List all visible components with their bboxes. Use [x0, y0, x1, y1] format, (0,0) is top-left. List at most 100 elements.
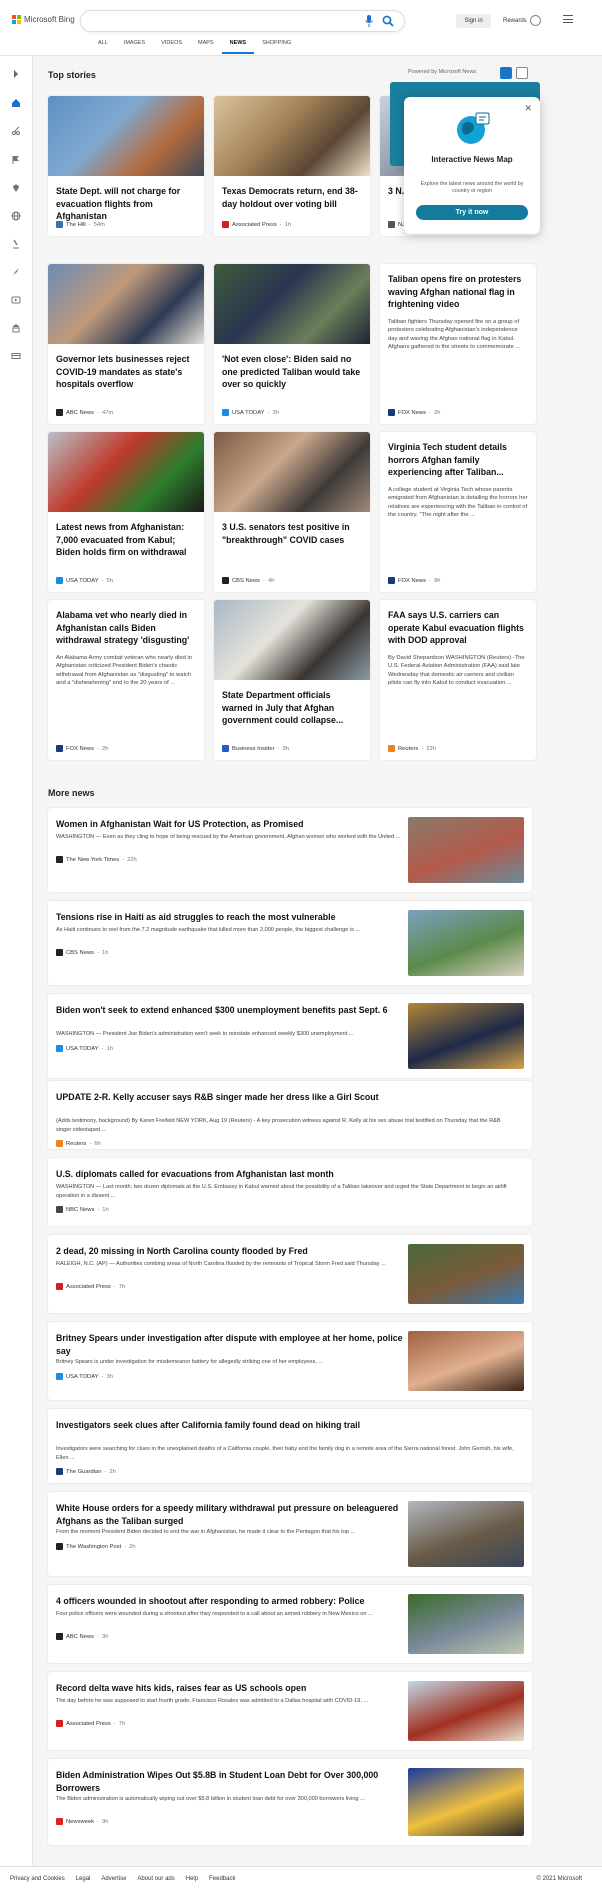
publisher-name: Reuters — [66, 1140, 87, 1147]
publisher-name: ABC News — [66, 1633, 95, 1640]
news-time: 2h — [109, 1468, 116, 1475]
top-story-card[interactable]: FAA says U.S. carriers can operate Kabul… — [380, 600, 536, 760]
separator: · — [101, 1373, 104, 1380]
footer-link[interactable]: Privacy and Cookies — [10, 1876, 65, 1882]
story-time: 5h — [106, 577, 113, 584]
story-source: Reuters · 22h — [388, 745, 436, 752]
try-it-now-button[interactable]: Try it now — [416, 205, 528, 220]
tab-news[interactable]: NEWS — [221, 40, 255, 54]
close-icon[interactable]: ✕ — [524, 103, 532, 114]
top-story-card[interactable]: Texas Democrats return, end 38-day holdo… — [214, 96, 370, 236]
footer-link[interactable]: Advertise — [101, 1876, 126, 1882]
separator: · — [97, 1206, 100, 1213]
publisher-name: FOX News — [398, 577, 427, 584]
publisher-logo-icon — [56, 1720, 63, 1727]
publisher-name: The Washington Post — [66, 1543, 122, 1550]
news-thumbnail — [408, 1244, 524, 1304]
signin-button[interactable]: Sign in — [456, 14, 491, 28]
building-icon[interactable] — [11, 323, 21, 333]
news-list-item[interactable]: White House orders for a speedy military… — [48, 1492, 532, 1576]
news-list-item[interactable]: Record delta wave hits kids, raises fear… — [48, 1672, 532, 1750]
tab-shopping[interactable]: SHOPPING — [254, 40, 299, 54]
news-time: 22h — [127, 856, 137, 863]
publisher-logo-icon — [56, 221, 63, 228]
story-time: 1h — [284, 221, 292, 228]
menu-icon[interactable] — [563, 15, 573, 23]
top-story-card[interactable]: Alabama vet who nearly died in Afghanist… — [48, 600, 204, 760]
microphone-icon[interactable] — [364, 15, 374, 27]
news-thumbnail — [408, 1768, 524, 1836]
flag-icon[interactable] — [11, 155, 21, 165]
tab-maps[interactable]: MAPS — [190, 40, 222, 54]
publisher-name: Newsweek — [66, 1818, 95, 1825]
footer-link[interactable]: Help — [186, 1876, 198, 1882]
news-list-item[interactable]: 4 officers wounded in shootout after res… — [48, 1585, 532, 1663]
rocket-icon[interactable] — [11, 267, 21, 277]
news-snippet: WASHINGTON — President Joe Biden's admin… — [56, 1031, 354, 1037]
microscope-icon[interactable] — [11, 239, 21, 249]
story-time: 22h — [426, 745, 436, 752]
news-list-item[interactable]: Biden won't seek to extend enhanced $300… — [48, 994, 532, 1078]
news-list-item[interactable]: UPDATE 2-R. Kelly accuser says R&B singe… — [48, 1081, 532, 1149]
news-thumbnail — [408, 1331, 524, 1391]
rewards-button[interactable]: Rewards — [503, 15, 541, 26]
news-list-item[interactable]: Investigators seek clues after Californi… — [48, 1409, 532, 1483]
tab-all[interactable]: ALL — [90, 40, 116, 54]
top-story-card[interactable]: Virginia Tech student details horrors Af… — [380, 432, 536, 592]
home-icon[interactable] — [11, 98, 21, 108]
top-story-card[interactable]: Governor lets businesses reject COVID-19… — [48, 264, 204, 424]
news-list-item[interactable]: Tensions rise in Haiti as aid struggles … — [48, 901, 532, 985]
news-snippet: As Haiti continues to reel from the 7.2 … — [56, 927, 361, 933]
scissors-icon[interactable] — [11, 126, 21, 136]
expand-arrow-icon[interactable] — [11, 69, 21, 79]
news-thumbnail — [408, 1501, 524, 1567]
news-time: 6h — [94, 1140, 101, 1147]
footer-link[interactable]: About our ads — [137, 1876, 174, 1882]
separator: · — [97, 1633, 99, 1640]
top-story-card[interactable]: 3 U.S. senators test positive in "breakt… — [214, 432, 370, 592]
footer-link[interactable]: Feedback — [209, 1876, 235, 1882]
separator: · — [421, 745, 424, 752]
news-title: UPDATE 2-R. Kelly accuser says R&B singe… — [56, 1092, 379, 1102]
tab-videos[interactable]: VIDEOS — [153, 40, 190, 54]
video-icon[interactable] — [11, 295, 21, 305]
news-list-item[interactable]: Biden Administration Wipes Out $5.8B in … — [48, 1759, 532, 1845]
publisher-name: FOX News — [398, 409, 427, 416]
bing-logo[interactable]: Microsoft Bing — [12, 15, 75, 24]
tab-images[interactable]: IMAGES — [116, 40, 153, 54]
publisher-name: The New York Times — [66, 856, 120, 863]
footer-link[interactable]: Legal — [76, 1876, 91, 1882]
globe-icon[interactable] — [11, 211, 21, 221]
story-source: Business Insider · 3h — [222, 745, 289, 752]
location-pin-icon[interactable] — [11, 183, 21, 193]
top-story-card[interactable]: 'Not even close': Biden said no one pred… — [214, 264, 370, 424]
publisher-logo-icon — [56, 1543, 63, 1550]
news-list-item[interactable]: Women in Afghanistan Wait for US Protect… — [48, 808, 532, 892]
publisher-logo-icon — [56, 856, 63, 863]
top-story-card[interactable]: State Dept. will not charge for evacuati… — [48, 96, 204, 236]
news-list-item[interactable]: Britney Spears under investigation after… — [48, 1322, 532, 1400]
publisher-logo-icon — [222, 577, 229, 584]
popup-title: Interactive News Map — [431, 155, 513, 164]
search-input[interactable] — [80, 10, 405, 32]
map-view-icon[interactable] — [516, 67, 528, 79]
news-source: Reuters · 6h — [56, 1140, 101, 1147]
publisher-logo-icon — [388, 745, 395, 752]
news-list-item[interactable]: 2 dead, 20 missing in North Carolina cou… — [48, 1235, 532, 1313]
grid-view-icon[interactable] — [500, 67, 512, 79]
publisher-logo-icon — [56, 949, 63, 956]
news-list-item[interactable]: U.S. diplomats called for evacuations fr… — [48, 1158, 532, 1226]
news-title: Britney Spears under investigation after… — [56, 1333, 403, 1356]
top-story-card[interactable]: State Department officials warned in Jul… — [214, 600, 370, 760]
story-time: 9h — [433, 577, 441, 584]
globe-news-icon — [457, 112, 490, 144]
publisher-name: Reuters — [398, 745, 419, 752]
news-snippet: Britney Spears is under investigation fo… — [56, 1359, 324, 1365]
top-story-card[interactable]: Taliban opens fire on protesters waving … — [380, 264, 536, 424]
search-icon[interactable] — [382, 15, 394, 27]
top-story-card[interactable]: Latest news from Afghanistan: 7,000 evac… — [48, 432, 204, 592]
story-source: ABC News · 47m — [56, 409, 113, 416]
money-icon[interactable] — [11, 351, 21, 361]
news-snippet: (Adds testimony, background) By Karen Fr… — [56, 1118, 501, 1133]
news-thumbnail — [408, 1003, 524, 1069]
